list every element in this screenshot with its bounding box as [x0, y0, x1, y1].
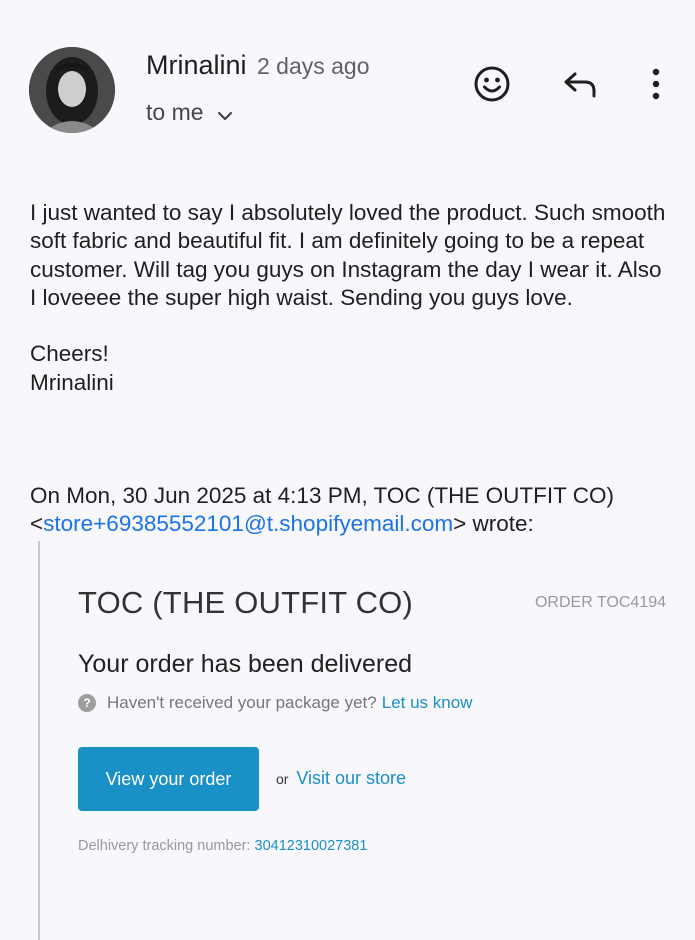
tracking-row: Delhivery tracking number: 3041231002738…: [78, 838, 367, 854]
help-text: Haven't received your package yet?: [107, 693, 377, 712]
delivery-status-heading: Your order has been delivered: [78, 650, 413, 678]
sender-name[interactable]: Mrinalini: [146, 50, 247, 80]
message-body: I just wanted to say I absolutely loved …: [30, 199, 670, 397]
quote-divider: [38, 541, 40, 940]
message-signature: Mrinalini: [30, 369, 114, 395]
quoted-message-header: On Mon, 30 Jun 2025 at 4:13 PM, TOC (THE…: [30, 482, 690, 539]
message-closing: Cheers!: [30, 341, 109, 367]
or-text: or: [276, 771, 289, 787]
tracking-number-link[interactable]: 30412310027381: [255, 838, 368, 854]
view-order-button[interactable]: View your order: [78, 747, 259, 811]
avatar-photo: [29, 47, 115, 133]
chevron-down-icon[interactable]: [216, 104, 234, 122]
sender-line: Mrinalini 2 days ago: [146, 50, 370, 81]
let-us-know-link[interactable]: Let us know: [382, 693, 473, 713]
alternate-link-row: or Visit our store: [276, 768, 406, 789]
message-paragraph: I just wanted to say I absolutely loved …: [30, 200, 666, 310]
sender-email-link[interactable]: store+69385552101@t.shopifyemail.com: [43, 511, 453, 536]
recipient-details-toggle[interactable]: to me: [146, 99, 234, 126]
more-vertical-icon[interactable]: [636, 64, 676, 104]
quote-wrote: > wrote:: [453, 511, 534, 537]
tracking-label: Delhivery tracking number:: [78, 838, 251, 854]
smiley-icon[interactable]: [472, 64, 512, 104]
recipient-label: to me: [146, 99, 204, 125]
avatar[interactable]: [29, 47, 115, 133]
help-row: ? Haven't received your package yet? Let…: [78, 693, 472, 713]
quote-intro: On Mon, 30 Jun 2025 at 4:13 PM, TOC (THE…: [30, 483, 614, 508]
visit-store-link[interactable]: Visit our store: [296, 768, 406, 788]
quote-lt: <: [30, 511, 44, 537]
message-time: 2 days ago: [256, 53, 370, 79]
question-icon: ?: [78, 694, 96, 712]
reply-icon[interactable]: [560, 64, 600, 104]
store-name: TOC (THE OUTFIT CO): [78, 585, 414, 620]
order-number: ORDER TOC4194: [534, 594, 666, 611]
